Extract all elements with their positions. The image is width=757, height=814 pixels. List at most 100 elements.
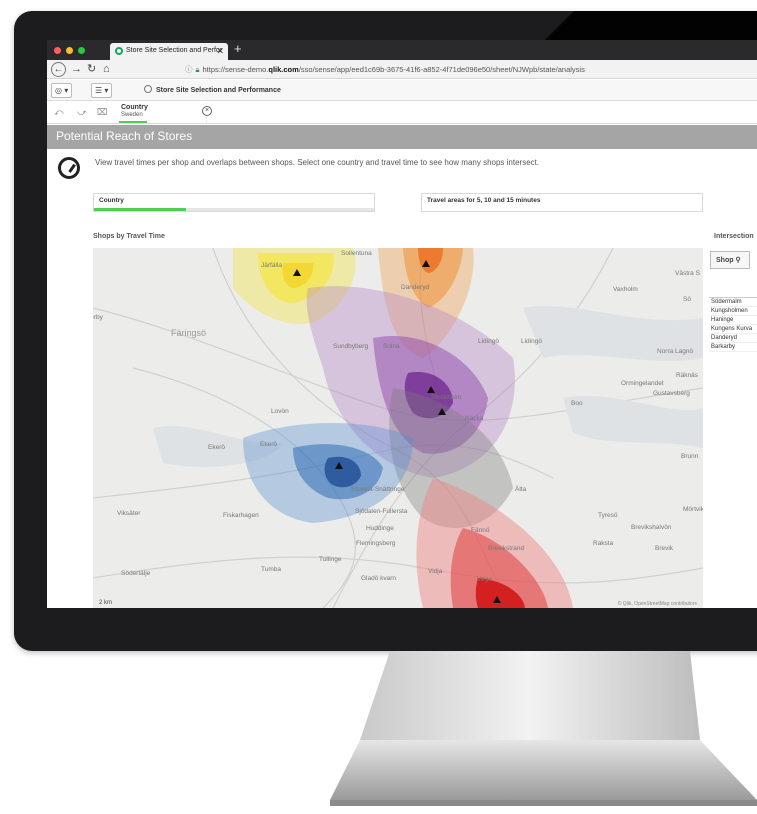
clear-all-selections-icon[interactable]: ⌧: [97, 107, 107, 118]
sheet-title: Potential Reach of Stores: [56, 129, 193, 143]
shop-list-item[interactable]: Danderyd: [709, 334, 757, 343]
map-place-label: Tullinge: [319, 556, 342, 563]
close-window-icon[interactable]: [54, 47, 61, 54]
shop-list-item[interactable]: Barkarby: [709, 343, 757, 352]
travel-area-filter-title: Travel areas for 5, 10 and 15 minutes: [427, 197, 541, 204]
selection-bar: [119, 121, 147, 123]
map-place-label: Brevikshalvön: [631, 524, 672, 531]
map-place-label: Fännö: [471, 527, 490, 534]
map-place-label: Sundbyberg: [333, 343, 369, 350]
map-place-label: Ekerö: [260, 441, 277, 448]
map-place-label: Huddinge: [366, 525, 394, 532]
country-filter[interactable]: Country: [93, 193, 375, 212]
map-place-label: Västra S: [675, 270, 700, 277]
app-title: Store Site Selection and Performance: [144, 85, 281, 94]
url-domain: qlik.com: [268, 65, 299, 74]
map-place-label: Brunn: [681, 453, 699, 460]
map-place-label: Tumba: [261, 566, 281, 573]
reload-icon[interactable]: ↻: [87, 62, 96, 76]
browser-tab[interactable]: Store Site Selection and Perfor ✕: [110, 43, 228, 60]
shop-search-button[interactable]: Shop ⚲: [710, 251, 750, 269]
map-place-label: Mörtviker: [683, 506, 703, 513]
map-attribution: © Qlik, OpenStreetMap contributors: [617, 601, 697, 607]
browser-tab-bar: Store Site Selection and Perfor ✕ +: [47, 40, 757, 60]
map-place-label: öderby: [93, 314, 103, 321]
map-place-label: Brevik: [655, 545, 674, 552]
map-place-label: Lovön: [271, 408, 289, 415]
map-place-label: Lidingö: [478, 338, 499, 345]
browser-tab-title: Store Site Selection and Perfor: [126, 47, 223, 54]
shop-list-item[interactable]: Södermalm: [709, 298, 757, 307]
url-prefix: https://sense-demo.: [202, 65, 269, 74]
forward-arrow-icon[interactable]: →: [71, 62, 82, 76]
map-place-label: Fiskarhagen: [223, 512, 259, 519]
new-tab-button[interactable]: +: [234, 41, 242, 56]
country-filter-progress: [94, 208, 187, 211]
close-tab-icon[interactable]: ✕: [216, 46, 224, 57]
map-scale: 2 km: [99, 600, 113, 606]
shop-list-item[interactable]: Haninge: [709, 316, 757, 325]
map-place-label: Vaxholm: [613, 286, 638, 293]
map-place-label: Sollentuna: [341, 250, 372, 257]
map-place-label: Stockholm: [431, 394, 462, 401]
browser-nav-bar: ← → ↻ ⌂ ⓘ 🔒︎ https://sense-demo.qlik.com/s…: [47, 60, 757, 79]
address-bar[interactable]: ⓘ 🔒︎ https://sense-demo.qlik.com/sso/sense…: [185, 63, 757, 76]
travel-area-filter[interactable]: Travel areas for 5, 10 and 15 minutes: [421, 193, 703, 212]
map-place-label: Vega: [477, 576, 492, 583]
info-icon[interactable]: ⓘ: [185, 65, 193, 74]
step-forward-icon[interactable]: ⤻: [77, 107, 87, 118]
map-place-label: Ekerö: [208, 444, 225, 451]
map-place-label: Gustavsberg: [653, 390, 690, 397]
country-filter-track: [94, 208, 374, 211]
sheet-header: Potential Reach of Stores: [47, 125, 757, 149]
map-place-label: Flemingsberg: [356, 540, 396, 547]
selection-value: Sweden: [121, 112, 143, 118]
globe-icon: [144, 85, 152, 93]
map-place-label: Boo: [571, 400, 583, 407]
search-icon: ⚲: [735, 257, 741, 264]
selections-bar: ⤺ ⤻ ⌧ Country Sweden ×: [47, 102, 757, 124]
map-graphics: [93, 248, 703, 608]
shop-search-label: Shop: [716, 257, 734, 264]
sheet-description: View travel times per shop and overlaps …: [95, 158, 540, 167]
map-place-label: Danderyd: [401, 284, 430, 291]
minimize-window-icon[interactable]: [66, 47, 73, 54]
map-place-label: Tyresö: [598, 512, 618, 519]
home-icon[interactable]: ⌂: [103, 62, 110, 76]
map-place-label: Raksta: [593, 540, 614, 547]
intersection-title: Intersection: [714, 233, 754, 240]
map-place-label: Brevikstrand: [488, 545, 525, 552]
map-place-label: Sjödalen-Fullersta: [355, 508, 408, 515]
navigation-menu-button[interactable]: ◎ ▾: [51, 83, 73, 98]
selection-chip-country[interactable]: Country Sweden ×: [119, 103, 212, 123]
maximize-window-icon[interactable]: [78, 47, 85, 54]
shop-list: Södermalm Kungsholmen Haninge Kungens Kurva…: [709, 297, 757, 352]
selection-field: Country: [121, 104, 148, 111]
map-place-label: Lidingö: [521, 338, 542, 345]
shop-list-item[interactable]: Kungens Kurva: [709, 325, 757, 334]
map-place-label: Södertälje: [121, 570, 151, 577]
lock-icon: 🔒︎: [195, 65, 200, 74]
map-place-label: Sö: [683, 296, 691, 303]
map-place-label: Viksäter: [117, 510, 141, 517]
map-place-label: Järfälla: [261, 262, 282, 269]
step-back-icon[interactable]: ⤺: [54, 107, 64, 118]
country-filter-title: Country: [99, 197, 124, 204]
app-title-text: Store Site Selection and Performance: [156, 87, 281, 94]
map-place-label: Solna: [383, 343, 400, 350]
map-place-label: Ormingelandet: [621, 380, 664, 387]
url-path: /sso/sense/app/eed1c69b-3675-41f6-a852-4…: [298, 65, 585, 74]
map-place-label: Norra Lagnö: [657, 348, 694, 355]
map-place-label: Älta: [515, 486, 527, 493]
global-menu-button[interactable]: ☰ ▾: [91, 83, 113, 98]
map-place-label: Nacka: [465, 415, 484, 422]
map-title: Shops by Travel Time: [93, 233, 165, 240]
monitor-scene: Store Site Selection and Perfor ✕ + ← → …: [0, 0, 757, 814]
shop-list-item[interactable]: Kungsholmen: [709, 307, 757, 316]
map-place-label: Räknäs: [676, 372, 699, 379]
map-place-label: Vidja: [428, 568, 443, 575]
back-arrow-icon[interactable]: ←: [51, 62, 66, 77]
travel-time-map[interactable]: Sollentuna Järfälla Danderyd Västra S Vaxhol…: [93, 248, 703, 608]
qlik-favicon-icon: [115, 47, 123, 55]
clear-selection-icon[interactable]: ×: [202, 106, 212, 116]
